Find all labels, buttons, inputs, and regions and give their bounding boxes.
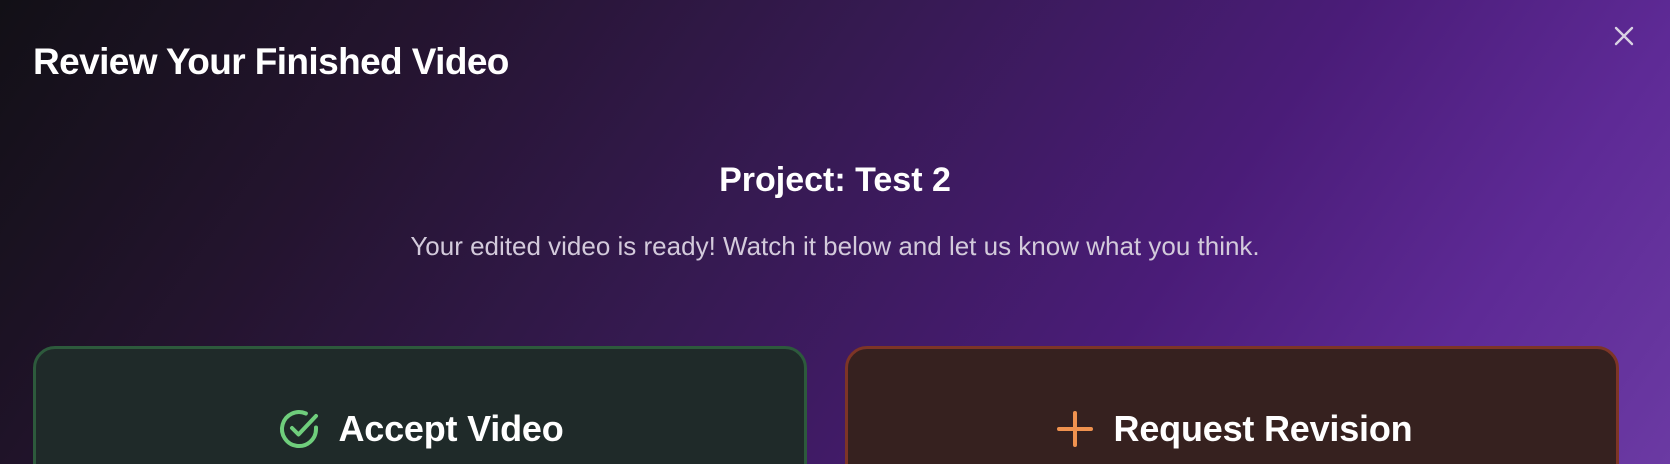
request-revision-button[interactable]: Request Revision — [845, 346, 1619, 464]
review-video-modal: Review Your Finished Video Project: Test… — [0, 0, 1670, 464]
accept-video-content: Accept Video — [276, 405, 564, 453]
request-revision-label: Request Revision — [1113, 408, 1413, 449]
close-icon — [1614, 26, 1634, 46]
check-circle-icon — [276, 406, 322, 452]
plus-icon — [1052, 406, 1098, 452]
request-revision-content: Request Revision — [1052, 405, 1413, 453]
accept-video-label: Accept Video — [338, 408, 564, 449]
close-button[interactable] — [1606, 18, 1642, 54]
accept-video-button[interactable]: Accept Video — [33, 346, 807, 464]
project-subtitle: Your edited video is ready! Watch it bel… — [410, 231, 1260, 261]
project-title: Project: Test 2 — [719, 161, 951, 199]
modal-title: Review Your Finished Video — [33, 41, 509, 82]
